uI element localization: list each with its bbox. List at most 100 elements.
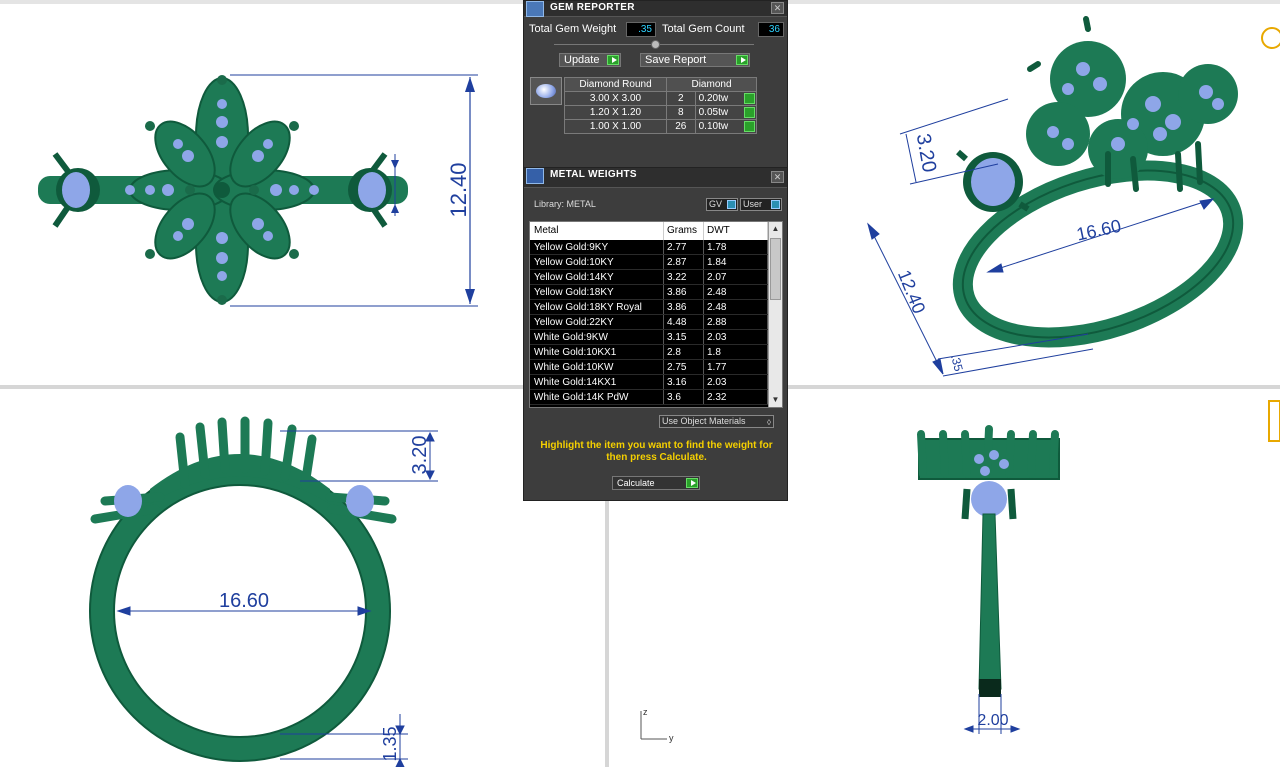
metal-cell-dwt: 2.88 xyxy=(704,315,768,329)
gem-weight: 0.05tw xyxy=(698,107,729,118)
band-profile xyxy=(978,513,1002,690)
arrow-right-icon[interactable] xyxy=(744,121,755,132)
update-button-label: Update xyxy=(564,54,600,66)
metal-cell-dwt: 2.03 xyxy=(704,375,768,389)
table-row[interactable]: Yellow Gold:9KY 2.77 1.78 xyxy=(530,240,782,255)
metal-weights-title: METAL WEIGHTS xyxy=(550,169,637,180)
scroll-down-icon[interactable]: ▼ xyxy=(769,393,782,407)
view-cube-icon-side[interactable] xyxy=(1268,400,1280,442)
dim-label-front-inner: 16.60 xyxy=(219,590,269,612)
gem-reporter-titlebar[interactable]: GEM REPORTER ✕ xyxy=(524,1,787,17)
flower-head xyxy=(125,75,319,305)
close-icon[interactable]: ✕ xyxy=(771,2,784,14)
col-grams-header[interactable]: Grams xyxy=(664,222,704,240)
side-stone-right xyxy=(348,152,392,228)
gem-reporter-panel: GEM REPORTER ✕ Total Gem Weight .35 Tota… xyxy=(523,0,788,170)
gem-size: 1.20 X 1.20 xyxy=(564,105,667,120)
gem-row[interactable]: 1.20 X 1.20 8 0.05tw xyxy=(564,105,758,120)
metal-cell-dwt: 2.48 xyxy=(704,300,768,314)
metal-cell-metal: Yellow Gold:9KY xyxy=(530,240,664,254)
arrow-right-icon[interactable] xyxy=(744,107,755,118)
metal-cell-grams: 3.86 xyxy=(664,300,704,314)
table-row[interactable]: White Gold:14K PdW 3.6 2.32 xyxy=(530,390,782,405)
metal-cell-dwt: 2.48 xyxy=(704,285,768,299)
dim-label-persp-band: .35 xyxy=(948,353,966,373)
calculate-button-label: Calculate xyxy=(617,478,655,488)
dim-label-front-height: 3.20 xyxy=(409,436,431,475)
metal-cell-dwt: 2.07 xyxy=(704,270,768,284)
update-button[interactable]: Update xyxy=(559,53,621,67)
library-label: Library: METAL xyxy=(534,199,596,209)
play-icon xyxy=(607,55,619,65)
table-row[interactable]: White Gold:14KX1 3.16 2.03 xyxy=(530,375,782,390)
col-dwt-header[interactable]: DWT xyxy=(704,222,768,240)
side-stone-side xyxy=(961,481,1017,520)
toggle-indicator-icon xyxy=(771,200,780,209)
gv-toggle-label: GV xyxy=(709,199,723,209)
gem-weight-cell: 0.10tw xyxy=(694,119,758,134)
metal-cell-metal: White Gold:9KW xyxy=(530,330,664,344)
metal-cell-grams: 3.16 xyxy=(664,375,704,389)
gem-row[interactable]: 1.00 X 1.00 26 0.10tw xyxy=(564,119,758,134)
chevron-down-icon: ◊ xyxy=(767,418,771,427)
dim-label-side-band: 2.00 xyxy=(977,712,1008,729)
metal-cell-grams: 2.75 xyxy=(664,360,704,374)
gem-count: 2 xyxy=(666,91,696,106)
user-toggle[interactable]: User xyxy=(740,198,782,211)
gv-toggle[interactable]: GV xyxy=(706,198,738,211)
table-row[interactable]: Yellow Gold:10KY 2.87 1.84 xyxy=(530,255,782,270)
metal-cell-dwt: 2.32 xyxy=(704,390,768,404)
gem-header-type: Diamond xyxy=(666,77,757,92)
gem-weight: 0.10tw xyxy=(698,121,729,132)
metal-list-scrollbar[interactable]: ▲ ▼ xyxy=(768,222,782,407)
viewport-front[interactable]: 3.20 16.60 1.35 xyxy=(0,389,605,767)
col-metal-header[interactable]: Metal xyxy=(530,222,664,240)
metal-cell-grams: 3.15 xyxy=(664,330,704,344)
metal-cell-metal: Yellow Gold:18KY Royal xyxy=(530,300,664,314)
metal-cell-metal: White Gold:14K PdW xyxy=(530,390,664,404)
table-row[interactable]: Yellow Gold:18KY 3.86 2.48 xyxy=(530,285,782,300)
metal-weights-panel: METAL WEIGHTS ✕ Library: METAL GV User M… xyxy=(523,167,788,501)
metal-cell-grams: 3.22 xyxy=(664,270,704,284)
table-row[interactable]: Yellow Gold:18KY Royal 3.86 2.48 xyxy=(530,300,782,315)
scroll-up-icon[interactable]: ▲ xyxy=(769,222,782,236)
gem-table: Diamond Round Diamond 3.00 X 3.00 2 0.20… xyxy=(564,77,758,134)
gem-weight-cell: 0.20tw xyxy=(694,91,758,106)
use-object-materials-dropdown[interactable]: Use Object Materials ◊ xyxy=(659,415,774,428)
scrollbar-thumb[interactable] xyxy=(770,238,781,300)
metal-rows: Yellow Gold:9KY 2.77 1.78 Yellow Gold:10KY 2… xyxy=(530,240,782,405)
metal-cell-grams: 2.77 xyxy=(664,240,704,254)
flower-side xyxy=(917,425,1060,480)
slider-handle[interactable] xyxy=(651,40,660,49)
gem-weight: 0.20tw xyxy=(698,93,729,104)
save-report-button-label: Save Report xyxy=(645,54,707,66)
metal-list[interactable]: Metal Grams DWT Yellow Gold:9KY 2.77 1.78 Y… xyxy=(529,221,783,408)
gem-size: 1.00 X 1.00 xyxy=(564,119,667,134)
metal-weights-titlebar[interactable]: METAL WEIGHTS ✕ xyxy=(524,168,787,188)
arrow-right-icon[interactable] xyxy=(744,93,755,104)
total-gem-weight-label: Total Gem Weight xyxy=(529,23,617,35)
gem-weight-cell: 0.05tw xyxy=(694,105,758,120)
table-row[interactable]: Yellow Gold:22KY 4.48 2.88 xyxy=(530,315,782,330)
metal-cell-grams: 2.8 xyxy=(664,345,704,359)
metal-cell-metal: Yellow Gold:10KY xyxy=(530,255,664,269)
axis-gizmo: z y xyxy=(640,707,674,743)
metal-cell-dwt: 1.8 xyxy=(704,345,768,359)
toggle-indicator-icon xyxy=(727,200,736,209)
calculate-button[interactable]: Calculate xyxy=(612,476,700,490)
viewport-perspective[interactable]: 3.20 16.60 12.40 .35 xyxy=(788,4,1280,385)
table-row[interactable]: White Gold:10KW 2.75 1.77 xyxy=(530,360,782,375)
gem-row[interactable]: 3.00 X 3.00 2 0.20tw xyxy=(564,91,758,106)
table-row[interactable]: White Gold:10KX1 2.8 1.8 xyxy=(530,345,782,360)
use-object-materials-label: Use Object Materials xyxy=(662,416,746,426)
table-row[interactable]: Yellow Gold:14KY 3.22 2.07 xyxy=(530,270,782,285)
close-icon[interactable]: ✕ xyxy=(771,171,784,183)
diamond-round-icon xyxy=(530,77,562,105)
save-report-button[interactable]: Save Report xyxy=(640,53,750,67)
metal-cell-metal: Yellow Gold:22KY xyxy=(530,315,664,329)
axis-y-label: y xyxy=(669,733,674,743)
play-icon xyxy=(686,478,698,488)
viewport-top[interactable]: 12.40 xyxy=(0,4,523,385)
view-cube-icon[interactable] xyxy=(1261,27,1280,49)
table-row[interactable]: White Gold:9KW 3.15 2.03 xyxy=(530,330,782,345)
